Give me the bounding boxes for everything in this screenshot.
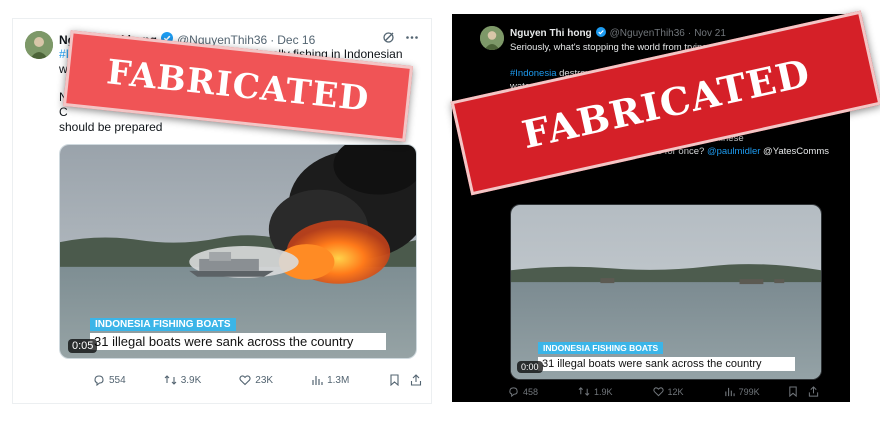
share-button[interactable]	[410, 374, 422, 386]
share-button[interactable]	[808, 386, 819, 397]
grok-icon[interactable]	[382, 31, 395, 47]
share-icon	[411, 374, 422, 386]
chyron-tag: INDONESIA FISHING BOATS	[90, 318, 236, 331]
heart-icon	[239, 375, 251, 386]
bookmark-icon	[390, 374, 399, 386]
share-icon	[808, 386, 818, 397]
video-timer: 0:00	[517, 361, 543, 373]
news-chyron: INDONESIA FISHING BOATS 31 illegal boats…	[90, 314, 386, 350]
more-icon[interactable]	[405, 31, 419, 47]
verified-badge-icon	[595, 27, 606, 40]
views-icon	[312, 376, 323, 385]
repost-count: 3.9K	[180, 374, 202, 386]
repost-count: 1.9K	[594, 386, 613, 397]
heart-icon	[652, 387, 664, 397]
top-actions	[382, 31, 419, 47]
separator: ·	[270, 32, 275, 47]
post-date[interactable]: Nov 21	[694, 28, 726, 39]
views-icon	[724, 387, 735, 397]
reply-button[interactable]: 458	[508, 386, 538, 397]
repost-button[interactable]: 1.9K	[578, 386, 613, 397]
reply-button[interactable]: 554	[93, 374, 126, 386]
news-chyron: INDONESIA FISHING BOATS 31 illegal boats…	[538, 338, 795, 371]
reply-count: 554	[109, 374, 126, 386]
bookmark-button[interactable]	[389, 374, 400, 386]
views-button[interactable]: 1.3M	[311, 374, 349, 386]
avatar[interactable]	[25, 31, 53, 59]
like-button[interactable]: 12K	[652, 386, 684, 397]
like-count: 12K	[667, 386, 684, 397]
repost-icon	[578, 387, 590, 396]
bookmark-icon	[788, 386, 797, 397]
chyron-text: 31 illegal boats were sank across the co…	[538, 357, 795, 371]
video-player[interactable]: INDONESIA FISHING BOATS 31 illegal boats…	[59, 144, 417, 359]
video-timer: 0:05	[68, 339, 98, 353]
reply-icon	[509, 387, 518, 397]
views-button[interactable]: 799K	[724, 386, 760, 397]
repost-button[interactable]: 3.9K	[164, 374, 202, 386]
view-count: 1.3M	[327, 374, 350, 386]
mention-link[interactable]: @YatesComms	[760, 146, 829, 157]
engagement-bar: 458 1.9K 12K 799K	[508, 386, 829, 397]
bookmark-button[interactable]	[788, 386, 798, 397]
view-count: 799K	[738, 386, 760, 397]
like-button[interactable]: 23K	[239, 374, 273, 386]
video-player[interactable]: INDONESIA FISHING BOATS 31 illegal boats…	[510, 204, 822, 380]
repost-icon	[164, 375, 177, 385]
separator: ·	[687, 28, 692, 39]
chyron-text: 31 illegal boats were sank across the co…	[90, 333, 386, 350]
post-date[interactable]: Dec 16	[277, 33, 315, 47]
reply-icon	[94, 375, 104, 386]
engagement-bar: 554 3.9K 23K 1.3M	[93, 374, 431, 386]
author-name[interactable]: Nguyen Thi hong	[510, 28, 592, 39]
avatar[interactable]	[480, 26, 504, 50]
author-handle[interactable]: @NguyenThih36	[610, 28, 685, 39]
mention-link[interactable]: @paulmidler	[707, 146, 760, 157]
like-count: 23K	[255, 374, 274, 386]
tweet-header: Nguyen Thi hong @NguyenThih36 · Nov 21	[510, 27, 726, 40]
reply-count: 458	[523, 386, 539, 397]
hashtag-link[interactable]: #Indonesia	[510, 68, 556, 79]
chyron-tag: INDONESIA FISHING BOATS	[538, 342, 664, 354]
